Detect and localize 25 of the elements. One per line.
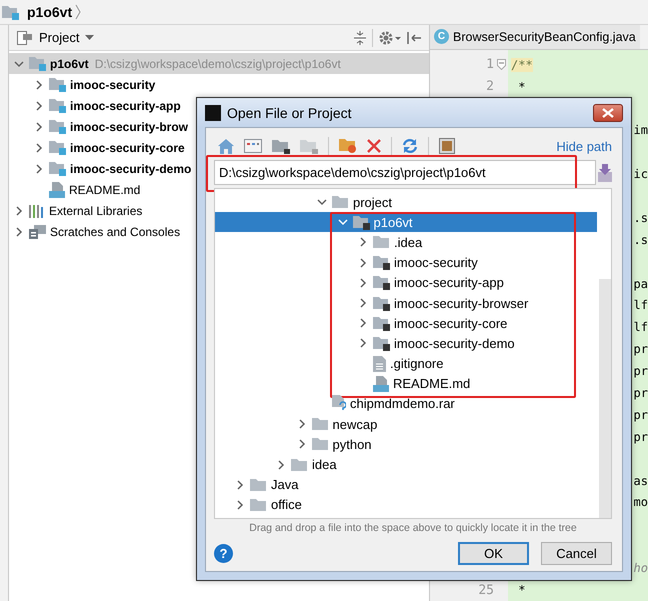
hint-text: Drag and drop a file into the space above to quickly locate it in the tree xyxy=(248,522,578,534)
code-text: pr xyxy=(634,386,648,400)
code-text: ic xyxy=(634,167,648,182)
folder-path: D:\csizg\workspace\demo\cszig\project\p1o6vt xyxy=(94,56,341,70)
code-text: /** xyxy=(511,58,533,72)
code-text: pr xyxy=(634,364,648,378)
code-text: ho xyxy=(634,561,648,576)
code-text: pr xyxy=(634,430,648,444)
code-text: * xyxy=(517,80,526,94)
code-text: * xyxy=(517,583,526,598)
line-number: 2 xyxy=(486,79,494,94)
code-text: mo xyxy=(634,495,648,510)
code-text: lf xyxy=(634,320,648,334)
code-text: as xyxy=(634,474,648,488)
code-text: pr xyxy=(634,408,648,422)
code-text: .s xyxy=(634,210,648,225)
line-number: 1 xyxy=(486,57,494,72)
code-text: pr xyxy=(634,342,648,356)
code-text: lf xyxy=(634,298,648,312)
code-text: im xyxy=(634,123,648,138)
code-text: .s xyxy=(634,232,648,247)
line-number: 25 xyxy=(478,582,494,598)
code-text: pa xyxy=(634,276,648,291)
class-icon: C xyxy=(434,29,449,44)
dialog-title: Open File or Project xyxy=(227,104,352,120)
